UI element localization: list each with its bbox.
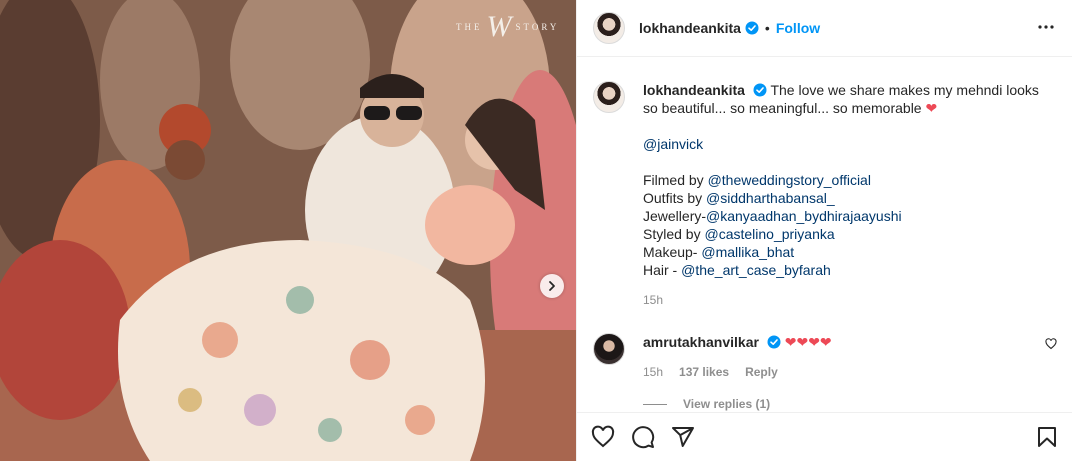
follow-button[interactable]: Follow bbox=[776, 20, 820, 36]
post-side-panel: lokhandeankita • Follow lokhandeankita T… bbox=[576, 0, 1072, 461]
like-button[interactable] bbox=[591, 425, 615, 449]
action-bar bbox=[577, 412, 1072, 461]
verified-badge-icon bbox=[767, 335, 781, 349]
credit-line: Jewellery-@kanyaadhan_bydhirajaayushi bbox=[643, 207, 1053, 225]
credit-label: Jewellery- bbox=[643, 208, 707, 224]
verified-badge-icon bbox=[745, 21, 759, 35]
comment-button[interactable] bbox=[631, 425, 655, 449]
bookmark-icon bbox=[1038, 427, 1056, 447]
comment-like-button[interactable] bbox=[1045, 337, 1057, 353]
mention-link[interactable]: @the_art_case_byfarah bbox=[681, 262, 831, 278]
credit-line: Filmed by @theweddingstory_official bbox=[643, 171, 1053, 189]
watermark-right: STORY bbox=[515, 22, 560, 32]
post-photo bbox=[0, 0, 576, 461]
comment-icon bbox=[632, 426, 655, 449]
credit-line: Outfits by @siddharthabansal_ bbox=[643, 189, 1053, 207]
caption-username[interactable]: lokhandeankita bbox=[643, 82, 745, 98]
mention-link[interactable]: @jainvick bbox=[643, 136, 703, 152]
header-username[interactable]: lokhandeankita bbox=[639, 20, 741, 36]
credit-line: Hair - @the_art_case_byfarah bbox=[643, 261, 1053, 279]
divider-line bbox=[643, 403, 667, 405]
comment-text: ❤❤❤❤ bbox=[784, 334, 832, 350]
save-button[interactable] bbox=[1035, 425, 1059, 449]
watermark-left: THE bbox=[456, 22, 483, 32]
caption: lokhandeankita The love we share makes m… bbox=[593, 81, 1057, 309]
view-replies-button[interactable]: View replies (1) bbox=[643, 397, 1057, 411]
post-media[interactable]: THE W STORY bbox=[0, 0, 576, 461]
comment-item: amrutakhanvilkar ❤❤❤❤ 15h 137 likes Repl… bbox=[593, 333, 1057, 381]
watermark-logo: THE W STORY bbox=[456, 12, 559, 42]
more-options-button[interactable] bbox=[1036, 17, 1056, 40]
comment-timestamp[interactable]: 15h bbox=[643, 363, 663, 381]
post-header: lokhandeankita • Follow bbox=[577, 0, 1072, 57]
mention-link[interactable]: @castelino_priyanka bbox=[704, 226, 834, 242]
mention-link[interactable]: @theweddingstory_official bbox=[708, 172, 871, 188]
watermark-mark: W bbox=[486, 10, 512, 43]
comment-body: amrutakhanvilkar ❤❤❤❤ 15h 137 likes Repl… bbox=[643, 333, 1033, 381]
comment-meta: 15h 137 likes Reply bbox=[643, 363, 1033, 381]
avatar[interactable] bbox=[593, 81, 625, 113]
share-button[interactable] bbox=[671, 425, 695, 449]
mention-link[interactable]: @kanyaadhan_bydhirajaayushi bbox=[706, 208, 902, 224]
more-horizontal-icon bbox=[1038, 24, 1054, 29]
heart-icon bbox=[591, 425, 615, 448]
comment-username[interactable]: amrutakhanvilkar bbox=[643, 334, 759, 350]
credit-label: Styled by bbox=[643, 226, 705, 242]
mention-link[interactable]: @siddharthabansal_ bbox=[706, 190, 835, 206]
heart-icon bbox=[1045, 338, 1057, 350]
comments-section[interactable]: lokhandeankita The love we share makes m… bbox=[577, 57, 1072, 412]
avatar[interactable] bbox=[593, 12, 625, 44]
credit-line: Styled by @castelino_priyanka bbox=[643, 225, 1053, 243]
caption-body: lokhandeankita The love we share makes m… bbox=[643, 81, 1053, 309]
next-media-button[interactable] bbox=[540, 274, 564, 298]
paper-plane-icon bbox=[672, 427, 694, 447]
verified-badge-icon bbox=[753, 83, 767, 97]
view-replies-label: View replies (1) bbox=[683, 397, 771, 411]
chevron-right-icon bbox=[549, 281, 555, 291]
credit-label: Filmed by bbox=[643, 172, 708, 188]
separator-dot: • bbox=[764, 20, 770, 36]
credit-line: Makeup- @mallika_bhat bbox=[643, 243, 1053, 261]
mention-link[interactable]: @mallika_bhat bbox=[701, 244, 794, 260]
reply-button[interactable]: Reply bbox=[745, 363, 778, 381]
avatar[interactable] bbox=[593, 333, 625, 365]
heart-emoji: ❤ bbox=[925, 100, 938, 116]
comment-likes[interactable]: 137 likes bbox=[679, 363, 729, 381]
credit-label: Makeup- bbox=[643, 244, 702, 260]
credit-label: Outfits by bbox=[643, 190, 707, 206]
caption-timestamp[interactable]: 15h bbox=[643, 291, 1053, 309]
credit-label: Hair - bbox=[643, 262, 682, 278]
